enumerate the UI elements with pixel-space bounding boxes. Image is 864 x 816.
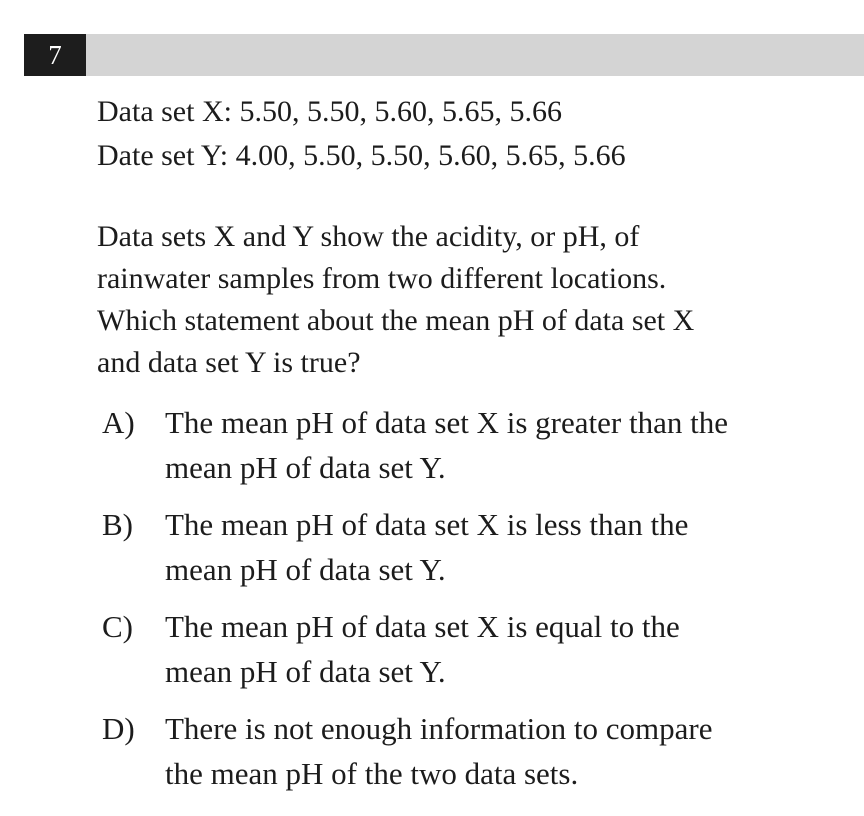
question-number: 7 (24, 34, 86, 76)
choice-text-line: the mean pH of the two data sets. (165, 756, 579, 791)
choice-text-line: mean pH of data set Y. (165, 552, 446, 587)
prompt-line: rainwater samples from two different loc… (97, 262, 667, 295)
choice-text-line: The mean pH of data set X is equal to th… (165, 609, 680, 644)
choice-letter: C) (102, 609, 133, 644)
data-set-y: Date set Y: 4.00, 5.50, 5.50, 5.60, 5.65… (97, 139, 626, 172)
choice-text-line: The mean pH of data set X is less than t… (165, 507, 689, 542)
choice-c[interactable]: C) The mean pH of data set X is equal to… (97, 604, 847, 694)
choice-b[interactable]: B) The mean pH of data set X is less tha… (97, 502, 847, 592)
question-header-bar: 7 (24, 34, 864, 76)
choice-letter: A) (102, 405, 135, 440)
prompt-line: and data set Y is true? (97, 346, 361, 379)
data-set-x: Data set X: 5.50, 5.50, 5.60, 5.65, 5.66 (97, 95, 562, 128)
choice-text-line: There is not enough information to compa… (165, 711, 713, 746)
choice-text-line: The mean pH of data set X is greater tha… (165, 405, 728, 440)
choice-text-line: mean pH of data set Y. (165, 450, 446, 485)
choice-letter: D) (102, 711, 135, 746)
question-prompt: Data sets X and Y show the acidity, or p… (97, 216, 847, 384)
answer-choices: A) The mean pH of data set X is greater … (97, 400, 847, 796)
choice-text-line: mean pH of data set Y. (165, 654, 446, 689)
choice-letter: B) (102, 507, 133, 542)
choice-d[interactable]: D) There is not enough information to co… (97, 706, 847, 796)
choice-a[interactable]: A) The mean pH of data set X is greater … (97, 400, 847, 490)
question-content: Data set X: 5.50, 5.50, 5.60, 5.65, 5.66… (97, 90, 847, 808)
prompt-line: Data sets X and Y show the acidity, or p… (97, 220, 640, 253)
prompt-line: Which statement about the mean pH of dat… (97, 304, 695, 337)
